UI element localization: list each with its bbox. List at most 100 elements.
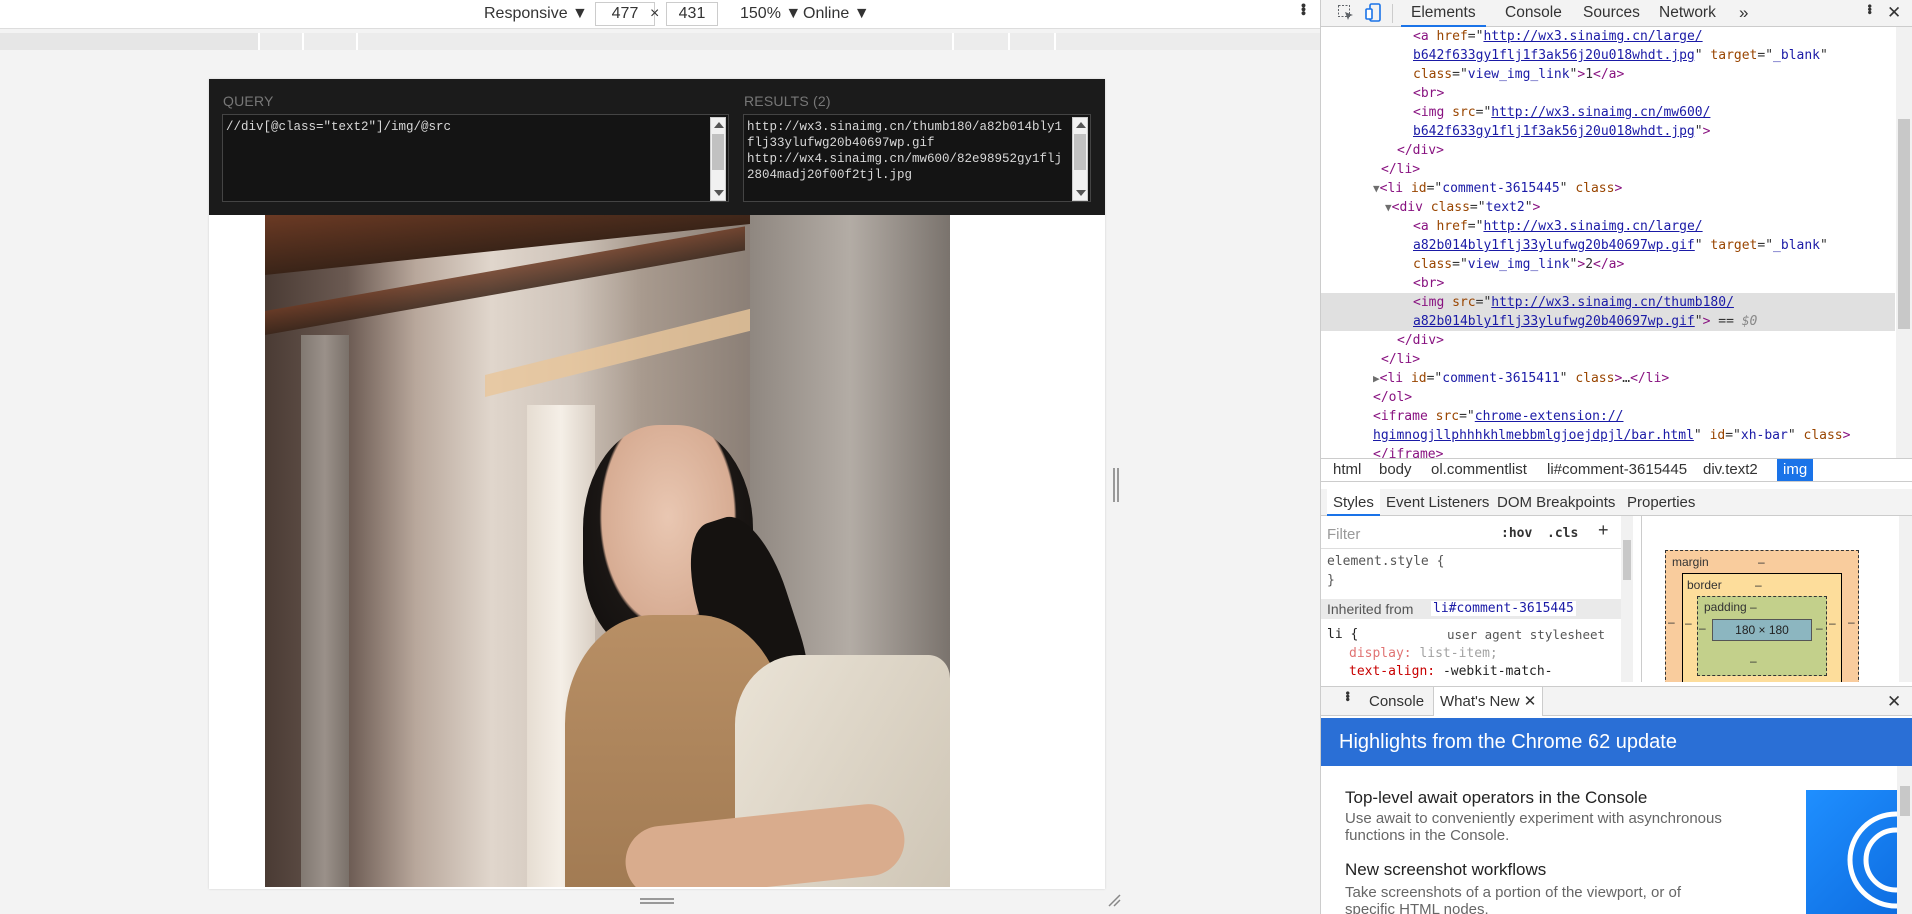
- drawer-tab-whats-new[interactable]: What's New ✕: [1433, 687, 1544, 716]
- results-scrollbar[interactable]: [1072, 117, 1088, 201]
- ua-stylesheet-label: user agent stylesheet: [1447, 627, 1606, 642]
- tab-styles[interactable]: Styles: [1327, 489, 1380, 516]
- tab-elements[interactable]: Elements: [1401, 0, 1486, 27]
- box-model-diagram: margin – – – border – – – padding – – – …: [1641, 516, 1912, 682]
- margin-box[interactable]: margin – – – border – – – padding – – – …: [1665, 550, 1859, 682]
- dom-tree-line[interactable]: </iframe>: [1321, 445, 1895, 458]
- elements-tree[interactable]: <a href="http://wx3.sinaimg.cn/large/b64…: [1321, 27, 1912, 458]
- breadcrumb-img[interactable]: img: [1777, 459, 1814, 481]
- sidebar-tab-bar: Styles Event Listeners DOM Breakpoints P…: [1321, 489, 1912, 516]
- whats-new-item-body: Use await to conveniently experiment wit…: [1345, 810, 1722, 844]
- dom-tree-line[interactable]: <img src="http://wx3.sinaimg.cn/mw600/: [1321, 103, 1895, 122]
- dom-tree-line[interactable]: ▼<li id="comment-3615445" class>: [1321, 179, 1895, 198]
- device-toolbar: Responsive ▼ × 150% ▼ Online ▼ •••: [0, 0, 1320, 29]
- box-model-scrollbar[interactable]: [1899, 516, 1912, 682]
- dom-tree-line[interactable]: a82b014bly1flj33ylufwg20b40697wp.gif"> =…: [1321, 312, 1895, 331]
- results-label: RESULTS (2): [744, 93, 831, 109]
- query-textarea[interactable]: //div[@class="text2"]/img/@src: [222, 114, 729, 202]
- device-select[interactable]: Responsive ▼: [484, 3, 588, 25]
- dom-tree-line[interactable]: <br>: [1321, 274, 1895, 293]
- dom-tree-line[interactable]: </div>: [1321, 331, 1895, 350]
- dom-tree-line[interactable]: class="view_img_link">2</a>: [1321, 255, 1895, 274]
- dom-tree-line[interactable]: ▼<div class="text2">: [1321, 198, 1895, 217]
- more-options-icon[interactable]: •••: [1293, 3, 1315, 25]
- dom-tree-line[interactable]: </ol>: [1321, 388, 1895, 407]
- tab-console[interactable]: Console: [1505, 0, 1562, 27]
- breadcrumb-div[interactable]: div.text2: [1701, 459, 1760, 481]
- viewport-resize-handle-right[interactable]: [1113, 468, 1119, 502]
- element-style-close: }: [1327, 573, 1335, 588]
- dom-tree-line[interactable]: <br>: [1321, 84, 1895, 103]
- padding-box[interactable]: padding – – – – 180 × 180: [1697, 596, 1827, 676]
- whats-new-banner: Highlights from the Chrome 62 update: [1321, 718, 1912, 766]
- device-toolbar-toggle-icon[interactable]: [1365, 3, 1383, 23]
- more-tabs-icon[interactable]: »: [1739, 0, 1748, 27]
- close-drawer-icon[interactable]: ✕: [1887, 687, 1901, 716]
- dom-tree-line[interactable]: hgimnogjllphhhkhlmebbmlgjoejdpjl/bar.htm…: [1321, 426, 1895, 445]
- dom-tree-line[interactable]: a82b014bly1flj33ylufwg20b40697wp.gif" ta…: [1321, 236, 1895, 255]
- breadcrumb-li[interactable]: li#comment-3615445: [1545, 459, 1689, 481]
- content-size[interactable]: 180 × 180: [1712, 619, 1812, 641]
- close-whats-new-icon[interactable]: ✕: [1524, 693, 1537, 710]
- elements-scrollbar[interactable]: [1896, 27, 1912, 458]
- dom-tree-line[interactable]: </div>: [1321, 141, 1895, 160]
- device-emulation-area: Responsive ▼ × 150% ▼ Online ▼ ••• QUERY…: [0, 0, 1320, 914]
- close-devtools-icon[interactable]: ✕: [1887, 0, 1901, 27]
- viewport-height-input[interactable]: [666, 2, 718, 26]
- inherited-from-link[interactable]: li#comment-3615445: [1431, 601, 1576, 616]
- media-query-ruler[interactable]: [0, 33, 1320, 50]
- viewport-resize-corner-icon[interactable]: [1107, 893, 1121, 907]
- results-text: http://wx3.sinaimg.cn/thumb180/a82b014bl…: [747, 120, 1063, 182]
- dom-tree-line[interactable]: <a href="http://wx3.sinaimg.cn/large/: [1321, 217, 1895, 236]
- zoom-select[interactable]: 150% ▼: [740, 3, 801, 25]
- tab-properties[interactable]: Properties: [1627, 489, 1695, 516]
- viewport-resize-handle-bottom[interactable]: [640, 898, 674, 904]
- dom-tree-line[interactable]: ▶<li id="comment-3615411" class>…</li>: [1321, 369, 1895, 388]
- dom-tree-line[interactable]: <a href="http://wx3.sinaimg.cn/large/: [1321, 27, 1895, 46]
- dom-tree-line[interactable]: </li>: [1321, 160, 1895, 179]
- whats-new-illustration: [1806, 790, 1912, 914]
- viewport-width-input[interactable]: [595, 2, 655, 26]
- breadcrumb-ol[interactable]: ol.commentlist: [1429, 459, 1529, 481]
- devtools-tab-bar: Elements Console Sources Network » ••• ✕: [1321, 0, 1912, 27]
- dom-tree-line[interactable]: b642f633gy1flj1f3ak56j20u018whdt.jpg">: [1321, 122, 1895, 141]
- inspect-element-icon[interactable]: [1337, 4, 1355, 22]
- tab-sources[interactable]: Sources: [1583, 0, 1640, 27]
- tab-event-listeners[interactable]: Event Listeners: [1386, 489, 1489, 516]
- drawer-tab-console[interactable]: Console: [1369, 687, 1424, 716]
- network-throttle-select[interactable]: Online ▼: [803, 3, 870, 25]
- new-style-rule-icon[interactable]: +: [1598, 520, 1609, 541]
- breadcrumb-html[interactable]: html: [1331, 459, 1363, 481]
- styles-pane: Filter :hov .cls + element.style { } Inh…: [1321, 516, 1636, 682]
- dom-tree-line[interactable]: class="view_img_link">1</a>: [1321, 65, 1895, 84]
- query-scrollbar[interactable]: [710, 117, 726, 201]
- tab-dom-breakpoints[interactable]: DOM Breakpoints: [1497, 489, 1615, 516]
- xpath-helper-bar: QUERY RESULTS (2) //div[@class="text2"]/…: [209, 79, 1105, 215]
- whats-new-scrollbar[interactable]: [1897, 766, 1912, 914]
- query-text: //div[@class="text2"]/img/@src: [226, 120, 452, 134]
- dom-tree-line[interactable]: <img src="http://wx3.sinaimg.cn/thumb180…: [1321, 293, 1895, 312]
- query-label: QUERY: [223, 93, 274, 109]
- li-rule-selector[interactable]: li {: [1327, 627, 1358, 642]
- hover-state-toggle[interactable]: :hov: [1501, 526, 1532, 541]
- results-textarea[interactable]: http://wx3.sinaimg.cn/thumb180/a82b014bl…: [743, 114, 1091, 202]
- class-toggle[interactable]: .cls: [1547, 526, 1578, 541]
- emulated-viewport: QUERY RESULTS (2) //div[@class="text2"]/…: [209, 79, 1105, 889]
- whats-new-item-body: Take screenshots of a portion of the vie…: [1345, 884, 1682, 914]
- drawer-tab-bar: ••• Console What's New ✕ ✕: [1321, 686, 1912, 716]
- tab-network[interactable]: Network: [1659, 0, 1716, 27]
- element-style-rule[interactable]: element.style {: [1327, 554, 1444, 569]
- inherited-from-label: Inherited from: [1327, 601, 1414, 617]
- breadcrumb-body[interactable]: body: [1377, 459, 1414, 481]
- breadcrumb: html body ol.commentlist li#comment-3615…: [1321, 458, 1912, 482]
- border-box[interactable]: border – – – padding – – – – 180 × 180: [1682, 573, 1842, 682]
- toolbar-divider: [1392, 4, 1393, 23]
- dom-tree-line[interactable]: </li>: [1321, 350, 1895, 369]
- styles-scrollbar[interactable]: [1621, 516, 1633, 682]
- whats-new-item-title[interactable]: New screenshot workflows: [1345, 860, 1546, 880]
- drawer-menu-icon[interactable]: •••: [1333, 691, 1362, 720]
- styles-filter-input[interactable]: Filter: [1327, 526, 1360, 543]
- dom-tree-line[interactable]: b642f633gy1flj1f3ak56j20u018whdt.jpg" ta…: [1321, 46, 1895, 65]
- dom-tree-line[interactable]: <iframe src="chrome-extension://: [1321, 407, 1895, 426]
- whats-new-item-title[interactable]: Top-level await operators in the Console: [1345, 788, 1647, 808]
